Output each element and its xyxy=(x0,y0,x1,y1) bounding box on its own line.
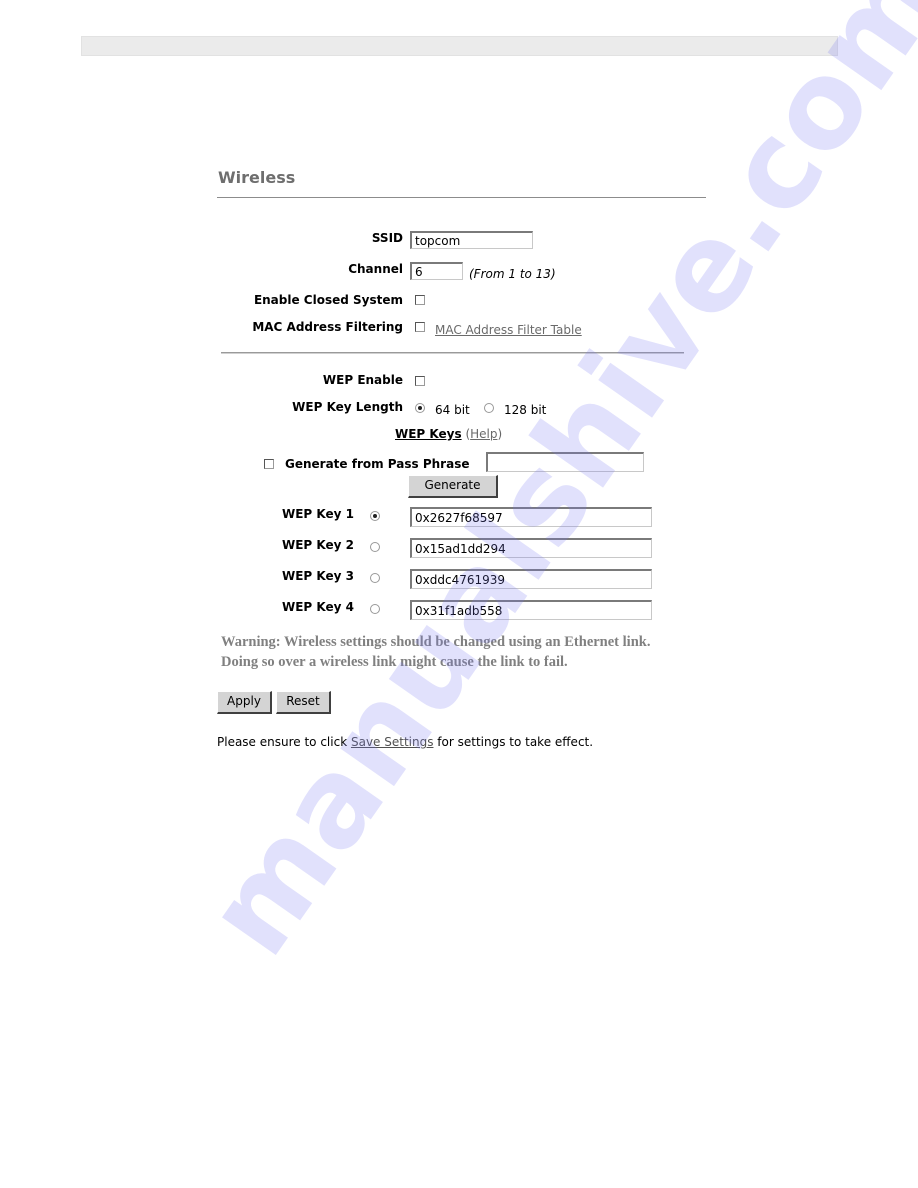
wep-key-3-input[interactable] xyxy=(410,569,652,589)
wep-key-4-input[interactable] xyxy=(410,600,652,620)
wep-key-1-input[interactable] xyxy=(410,507,652,527)
save-settings-note: Please ensure to click Save Settings for… xyxy=(217,735,593,749)
title-divider xyxy=(217,197,706,198)
wep-key-1-label: WEP Key 1 xyxy=(282,507,354,521)
wep-key-2-input[interactable] xyxy=(410,538,652,558)
reset-button[interactable]: Reset xyxy=(276,691,331,714)
wep-key-length-label: WEP Key Length xyxy=(292,400,403,414)
channel-input[interactable] xyxy=(410,262,463,280)
mac-filtering-checkbox[interactable] xyxy=(415,322,425,332)
wep-keys-heading: WEP Keys xyxy=(395,427,462,441)
warning-line-1: Warning: Wireless settings should be cha… xyxy=(221,634,651,650)
warning-line-2: Doing so over a wireless link might caus… xyxy=(221,654,568,670)
wep-key-1-radio[interactable] xyxy=(370,511,380,521)
channel-label: Channel xyxy=(348,262,403,276)
key-length-128-label: 128 bit xyxy=(504,403,547,417)
watermark: manualshive.com xyxy=(180,0,918,980)
header-bar xyxy=(81,36,838,56)
wep-enable-label: WEP Enable xyxy=(322,373,403,387)
pass-phrase-label: Generate from Pass Phrase xyxy=(285,457,470,471)
pass-phrase-input[interactable] xyxy=(486,452,644,472)
closed-system-label: Enable Closed System xyxy=(253,293,403,307)
closed-system-checkbox[interactable] xyxy=(415,295,425,305)
help-link[interactable]: Help xyxy=(470,427,497,441)
generate-button[interactable]: Generate xyxy=(408,475,498,498)
wep-enable-checkbox[interactable] xyxy=(415,376,425,386)
note-suffix: for settings to take effect. xyxy=(433,735,594,749)
wep-key-4-label: WEP Key 4 xyxy=(282,600,354,614)
apply-button[interactable]: Apply xyxy=(217,691,272,714)
wep-key-4-radio[interactable] xyxy=(370,604,380,614)
mac-filter-table-link[interactable]: MAC Address Filter Table xyxy=(435,323,582,337)
wep-key-2-radio[interactable] xyxy=(370,542,380,552)
wep-key-3-radio[interactable] xyxy=(370,573,380,583)
help-close-paren: ) xyxy=(497,427,503,441)
mac-filtering-label: MAC Address Filtering xyxy=(252,320,403,334)
save-settings-link[interactable]: Save Settings xyxy=(351,735,434,749)
wep-keys-heading-row: WEP Keys (Help) xyxy=(395,427,502,441)
key-length-64-radio[interactable] xyxy=(415,403,425,413)
pass-phrase-checkbox[interactable] xyxy=(264,459,274,469)
channel-hint: (From 1 to 13) xyxy=(469,267,556,281)
wep-key-2-label: WEP Key 2 xyxy=(282,538,354,552)
page-title: Wireless xyxy=(218,168,296,187)
key-length-128-radio[interactable] xyxy=(484,403,494,413)
section-divider xyxy=(221,352,684,354)
wep-key-3-label: WEP Key 3 xyxy=(282,569,354,583)
warning-message: Warning: Wireless settings should be cha… xyxy=(221,632,650,672)
ssid-input[interactable] xyxy=(410,231,533,249)
key-length-64-label: 64 bit xyxy=(435,403,470,417)
ssid-label: SSID xyxy=(371,231,403,245)
note-prefix: Please ensure to click xyxy=(217,735,351,749)
